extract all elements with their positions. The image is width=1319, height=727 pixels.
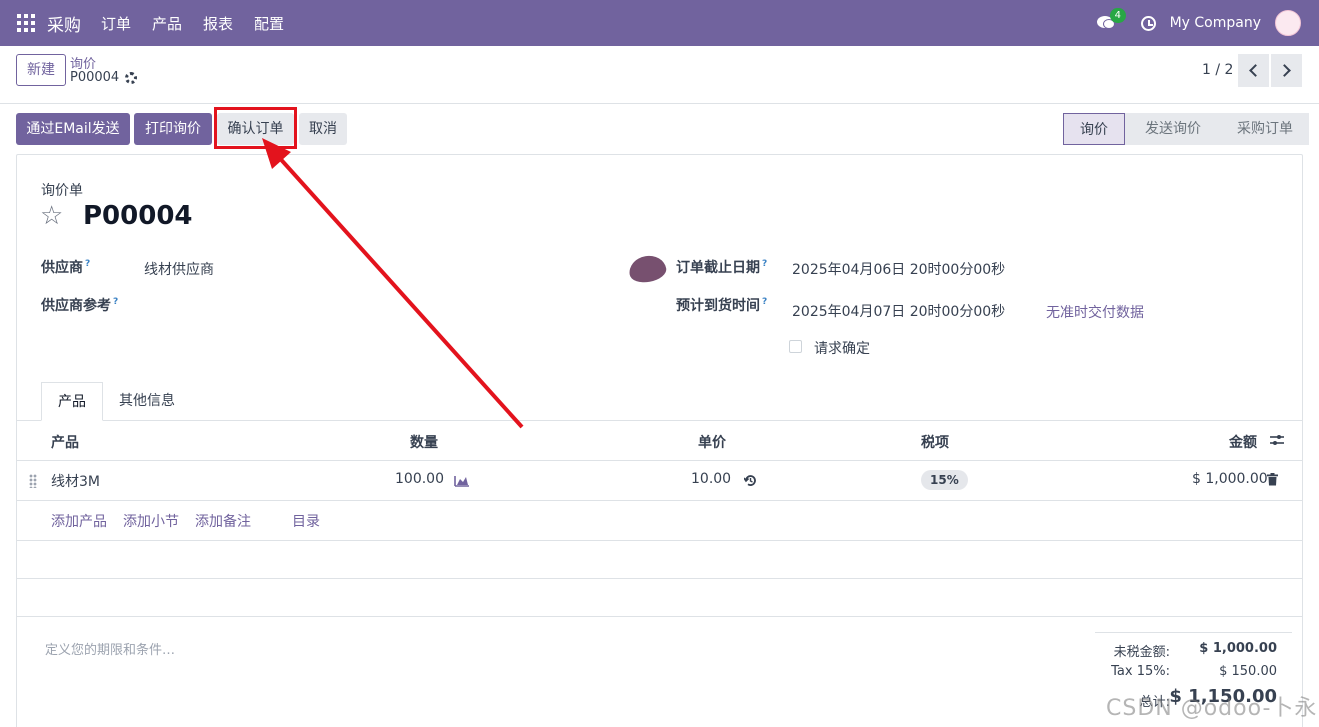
- vendor-field[interactable]: 线材供应商: [144, 259, 214, 279]
- expected-arrival-label: 预计到货时间?: [676, 297, 768, 314]
- star-icon[interactable]: ☆: [40, 203, 63, 229]
- delete-trash-icon[interactable]: [1267, 473, 1278, 486]
- chevron-left-icon: [1249, 64, 1262, 77]
- user-avatar[interactable]: [1275, 10, 1301, 36]
- messages-count-badge: 4: [1109, 8, 1126, 23]
- menu-orders[interactable]: 订单: [101, 13, 131, 34]
- column-taxes[interactable]: 税项: [921, 432, 949, 452]
- page-title: P00004: [83, 201, 193, 231]
- company-switcher[interactable]: My Company: [1170, 15, 1261, 31]
- apps-menu-icon[interactable]: [17, 14, 35, 32]
- optional-columns-icon[interactable]: [1270, 434, 1284, 446]
- doc-type-label: 询价单: [41, 183, 83, 199]
- tab-products[interactable]: 产品: [41, 382, 103, 421]
- forecast-chart-icon[interactable]: [454, 474, 470, 487]
- status-bar: 询价 发送询价 采购订单: [1063, 113, 1309, 145]
- untaxed-amount-value: $ 1,000.00: [1199, 641, 1277, 656]
- empty-row: [17, 579, 1302, 617]
- catalog-link[interactable]: 目录: [292, 511, 320, 531]
- top-navbar: 采购 订单 产品 报表 配置 4 My Company: [0, 0, 1319, 46]
- add-note-link[interactable]: 添加备注: [195, 511, 251, 531]
- pager-next-button[interactable]: [1271, 54, 1302, 87]
- column-unit-price[interactable]: 单价: [698, 432, 726, 452]
- tax-label: Tax 15%:: [1111, 664, 1170, 679]
- tab-other-info[interactable]: 其他信息: [103, 382, 191, 421]
- pager-previous-button[interactable]: [1238, 54, 1269, 87]
- terms-and-conditions-field[interactable]: 定义您的期限和条件…: [45, 639, 175, 658]
- add-line-row: 添加产品 添加小节 添加备注 目录: [17, 501, 1302, 541]
- table-row[interactable]: 线材3M 100.00 10.00 15% $ 1,000.00: [17, 461, 1302, 501]
- empty-row: [17, 541, 1302, 579]
- menu-products[interactable]: 产品: [152, 13, 182, 34]
- ask-confirmation-label: 请求确定: [814, 341, 870, 357]
- line-quantity[interactable]: 100.00: [395, 471, 444, 487]
- send-by-email-button[interactable]: 通过EMail发送: [16, 113, 130, 145]
- watermark: CSDN @odoo-卜永: [1106, 696, 1318, 721]
- ask-confirmation-checkbox[interactable]: [789, 340, 802, 353]
- order-lines-header: 产品 数量 单价 税项 金额: [17, 421, 1302, 461]
- add-product-link[interactable]: 添加产品: [51, 511, 107, 531]
- tax-value: $ 150.00: [1219, 664, 1277, 679]
- app-brand[interactable]: 采购: [47, 11, 81, 36]
- main-menu: 订单 产品 报表 配置: [101, 13, 305, 34]
- annotation-highlight-box: [214, 107, 297, 149]
- messages-icon[interactable]: 4: [1096, 8, 1126, 30]
- menu-reporting[interactable]: 报表: [203, 13, 233, 34]
- print-rfq-button[interactable]: 打印询价: [134, 113, 212, 145]
- gear-icon[interactable]: [125, 72, 137, 84]
- chevron-right-icon: [1278, 64, 1291, 77]
- column-product[interactable]: 产品: [51, 432, 79, 452]
- drag-handle-icon[interactable]: [29, 474, 37, 488]
- line-amount: $ 1,000.00: [1192, 471, 1268, 487]
- activities-clock-icon[interactable]: [1140, 15, 1156, 31]
- breadcrumb-current: P00004: [70, 70, 120, 85]
- menu-configuration[interactable]: 配置: [254, 13, 284, 34]
- status-rfq[interactable]: 询价: [1063, 113, 1125, 145]
- status-rfq-sent[interactable]: 发送询价: [1125, 113, 1217, 145]
- add-section-link[interactable]: 添加小节: [123, 511, 179, 531]
- line-product[interactable]: 线材3M: [51, 471, 100, 491]
- on-time-delivery-link[interactable]: 无准时交付数据: [1046, 302, 1144, 322]
- line-unit-price[interactable]: 10.00: [691, 471, 731, 487]
- vendor-reference-label: 供应商参考?: [41, 297, 119, 314]
- column-quantity[interactable]: 数量: [410, 432, 438, 452]
- status-purchase-order[interactable]: 采购订单: [1217, 113, 1309, 145]
- new-button[interactable]: 新建: [16, 54, 66, 86]
- pager-value[interactable]: 1 / 2: [1202, 62, 1233, 78]
- order-deadline-field[interactable]: 2025年04月06日 20时00分00秒: [792, 259, 1005, 279]
- order-deadline-label: 订单截止日期?: [676, 259, 768, 276]
- vendor-label: 供应商?: [41, 259, 91, 276]
- cancel-button[interactable]: 取消: [299, 113, 347, 145]
- tax-badge[interactable]: 15%: [921, 470, 968, 490]
- price-history-icon[interactable]: [744, 474, 757, 487]
- expected-arrival-field[interactable]: 2025年04月07日 20时00分00秒: [792, 301, 1005, 321]
- control-panel: 新建 询价 P00004 1 / 2: [0, 46, 1319, 104]
- column-amount[interactable]: 金额: [1229, 432, 1257, 452]
